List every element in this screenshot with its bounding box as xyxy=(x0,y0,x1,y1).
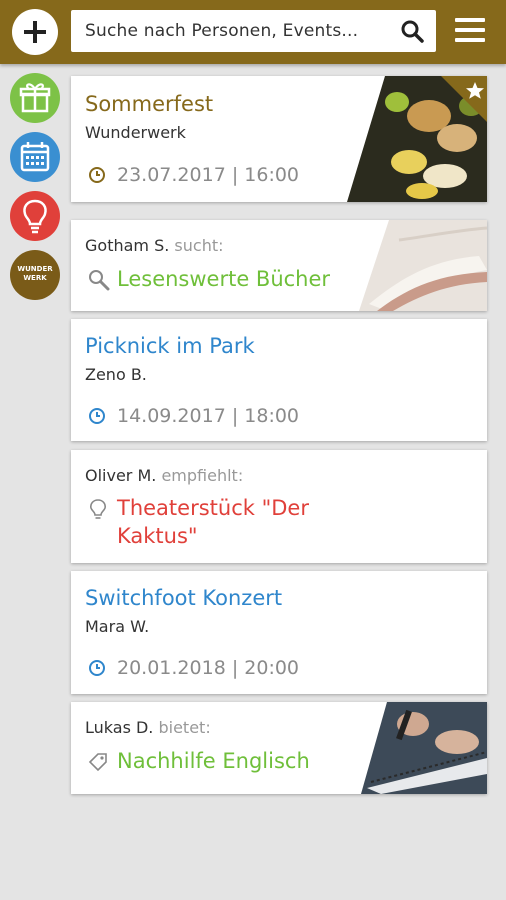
top-app-bar: Suche nach Personen, Events... xyxy=(0,0,506,64)
sidebar-calendar-button[interactable] xyxy=(10,132,60,182)
poster-verb: bietet: xyxy=(158,718,211,737)
lightbulb-icon xyxy=(90,499,106,519)
event-title: Sommerfest xyxy=(85,92,214,116)
plus-icon xyxy=(24,21,46,43)
event-title: Switchfoot Konzert xyxy=(85,586,283,610)
offer-item: Nachhilfe Englisch xyxy=(117,749,310,773)
event-host: Zeno B. xyxy=(85,365,147,384)
poster-verb: empfiehlt: xyxy=(161,466,244,485)
featured-star-icon xyxy=(441,76,487,122)
poster-name: Gotham S. xyxy=(85,236,170,255)
event-date: 14.09.2017 | 18:00 xyxy=(117,405,300,427)
add-button[interactable] xyxy=(12,9,58,55)
clock-icon xyxy=(89,408,105,424)
sidebar-gift-button[interactable] xyxy=(10,73,60,123)
wunderwerk-logo: WUNDER WERK xyxy=(17,265,53,282)
sidebar-idea-button[interactable] xyxy=(10,191,60,241)
search-icon[interactable] xyxy=(400,19,424,43)
calendar-icon xyxy=(20,142,50,172)
card-poster: Gotham S. sucht: xyxy=(85,236,224,255)
poster-verb: sucht: xyxy=(174,236,224,255)
event-card[interactable]: Switchfoot Konzert Mara W. 20.01.2018 | … xyxy=(71,571,487,694)
menu-icon[interactable] xyxy=(455,16,487,46)
poster-name: Lukas D. xyxy=(85,718,154,737)
search-card[interactable]: Gotham S. sucht: Lesenswerte Bücher xyxy=(71,220,487,311)
event-host: Mara W. xyxy=(85,617,150,636)
card-poster: Oliver M. empfiehlt: xyxy=(85,466,243,485)
tag-icon xyxy=(88,753,107,772)
gift-icon xyxy=(19,83,51,113)
sidebar-wunderwerk-logo[interactable]: WUNDER WERK xyxy=(10,250,60,300)
event-date: 20.01.2018 | 20:00 xyxy=(117,657,300,679)
event-date: 23.07.2017 | 16:00 xyxy=(117,164,300,186)
books-image xyxy=(359,220,487,311)
recommend-card[interactable]: Oliver M. empfiehlt: Theaterstück "Der K… xyxy=(71,450,487,563)
event-host: Wunderwerk xyxy=(85,123,186,142)
lightbulb-icon xyxy=(23,199,47,234)
search-input[interactable]: Suche nach Personen, Events... xyxy=(85,21,358,41)
search-item: Lesenswerte Bücher xyxy=(117,267,331,291)
event-card[interactable]: Picknick im Park Zeno B. 14.09.2017 | 18… xyxy=(71,319,487,441)
poster-name: Oliver M. xyxy=(85,466,157,485)
recommend-item: Theaterstück "Der Kaktus" xyxy=(117,496,309,548)
magnifier-icon xyxy=(89,270,110,291)
event-card[interactable]: Sommerfest Wunderwerk 23.07.2017 | 16:00 xyxy=(71,76,487,202)
clock-icon xyxy=(89,167,105,183)
offer-card[interactable]: Lukas D. bietet: Nachhilfe Englisch xyxy=(71,702,487,794)
event-title: Picknick im Park xyxy=(85,334,255,358)
clock-icon xyxy=(89,660,105,676)
writing-image xyxy=(361,702,487,794)
search-bar[interactable]: Suche nach Personen, Events... xyxy=(71,10,436,52)
card-poster: Lukas D. bietet: xyxy=(85,718,211,737)
